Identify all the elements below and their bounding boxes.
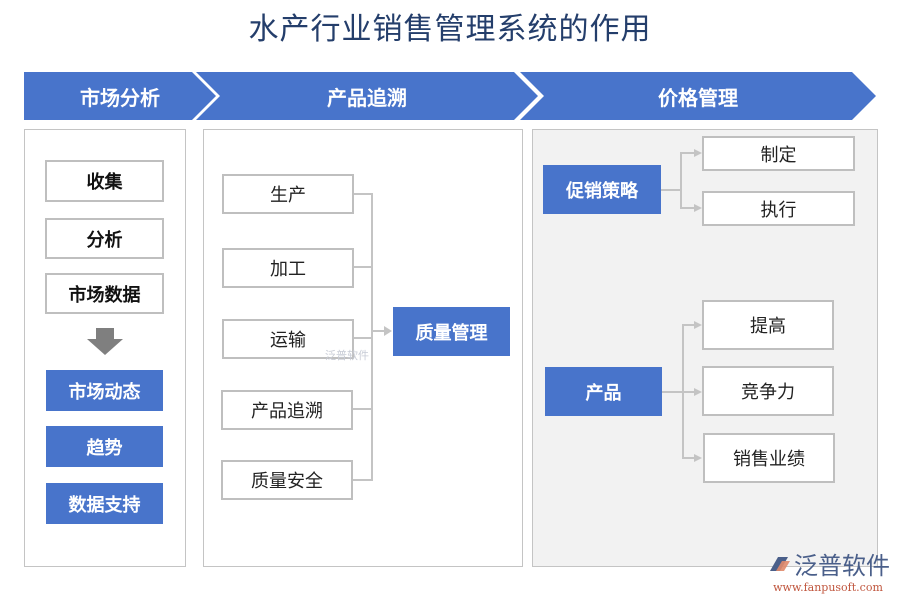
source-processing: 加工 (222, 248, 354, 288)
child-sales-performance: 销售业绩 (703, 433, 835, 483)
child-execute: 执行 (702, 191, 855, 226)
source-traceability: 产品追溯 (221, 390, 353, 430)
child-competitiveness: 竞争力 (702, 366, 834, 416)
header-pricing: 价格管理 (520, 72, 876, 120)
output-market-dynamics: 市场动态 (46, 370, 163, 411)
brand-logo: 泛普软件 www.fanpusoft.com (766, 546, 890, 594)
output-data-support: 数据支持 (46, 483, 163, 524)
header-market-analysis: 市场分析 (24, 72, 216, 120)
diagram-title: 水产行业销售管理系统的作用 (248, 12, 652, 47)
input-analyze: 分析 (45, 218, 164, 259)
child-improve: 提高 (702, 300, 834, 350)
output-trend: 趋势 (46, 426, 163, 467)
input-market-data: 市场数据 (45, 273, 164, 314)
input-collect: 收集 (45, 160, 164, 202)
logo-name: 泛普软件 (794, 552, 890, 580)
fanpu-logo-icon (770, 556, 790, 571)
group-product: 产品 (545, 367, 662, 416)
logo-url: www.fanpusoft.com (773, 581, 883, 594)
child-formulate: 制定 (702, 136, 855, 171)
target-quality-management: 质量管理 (393, 307, 510, 356)
header-traceability: 产品追溯 (196, 72, 538, 120)
source-production: 生产 (222, 174, 354, 214)
source-quality-safety: 质量安全 (221, 460, 353, 500)
watermark: 泛普软件 (325, 349, 369, 362)
group-promotion-strategy: 促销策略 (543, 165, 661, 214)
